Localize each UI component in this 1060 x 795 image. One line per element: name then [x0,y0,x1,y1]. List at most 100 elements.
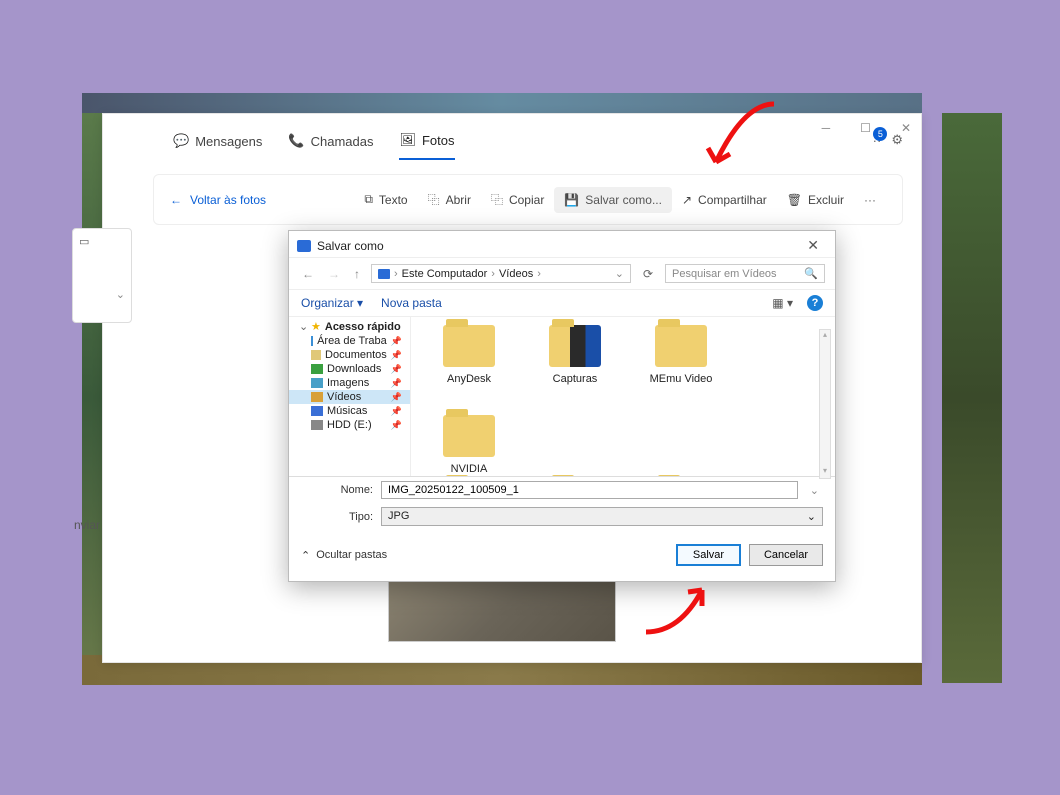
more-menu[interactable]: ··· [854,189,886,211]
scrollbar[interactable]: ▴ ▾ [819,329,831,479]
tree-hdd[interactable]: HDD (E:) 📌 [289,418,410,432]
folder-icon [443,415,495,457]
videos-icon [311,392,323,402]
chevron-down-icon: ⌄ [807,510,816,523]
hide-folders-toggle[interactable]: ⌃ Ocultar pastas [301,549,387,562]
text-button[interactable]: ⧉ Texto [354,186,417,213]
tab-calls-label: Chamadas [311,134,374,149]
pc-icon [378,269,390,279]
pin-icon: 📌 [391,378,402,389]
open-button[interactable]: ⿻ Abrir [418,185,481,214]
chevron-up-icon: ⌃ [301,549,310,562]
dialog-nav-row: ← → ↑ › Este Computador › Vídeos › ⌄ ⟳ P… [289,258,835,290]
folder-nvidia[interactable]: NVIDIA [431,415,507,475]
tab-calls[interactable]: 📞 Chamadas [288,133,373,159]
share-button[interactable]: ↗ Compartilhar [672,187,777,213]
tab-messages-label: Mensagens [195,134,262,149]
device-icon: ▭ [79,236,89,248]
notification-count: 5 [873,127,887,141]
nav-forward-button[interactable]: → [325,267,343,281]
nav-up-button[interactable]: ↑ [351,267,363,281]
breadcrumb[interactable]: › Este Computador › Vídeos › ⌄ [371,264,631,283]
tree-documents[interactable]: Documentos 📌 [289,348,410,362]
dialog-footer: ⌃ Ocultar pastas Salvar Cancelar [289,530,835,576]
view-mode-button[interactable]: ▦ ▾ [772,296,793,310]
delete-button-label: Excluir [808,193,844,207]
organize-menu[interactable]: Organizar ▾ [301,296,363,310]
tree-videos[interactable]: Vídeos 📌 [289,390,410,404]
chevron-down-icon[interactable]: ⌄ [615,267,624,280]
send-label-fragment: nviar [74,518,100,532]
documents-icon [311,350,321,360]
hdd-icon [311,420,323,430]
chevron-down-icon[interactable]: ⌄ [806,484,823,497]
tree-downloads[interactable]: Downloads 📌 [289,362,410,376]
chat-icon: 💬 [173,133,189,149]
folder-tree: ⌄ ★ Acesso rápido Área de Traba 📌 Docume… [289,317,411,476]
pin-icon: 📌 [391,420,402,431]
folder-memu[interactable]: MEmu Video [643,325,719,385]
dialog-title: Salvar como [317,239,384,253]
desktop-wallpaper-left [82,113,102,683]
folder-capturas[interactable]: Capturas [537,325,613,385]
folder-icon [655,325,707,367]
help-button[interactable]: ? [807,295,823,311]
copy-button-label: Copiar [509,193,544,207]
folder-icon [443,325,495,367]
tree-quick-access[interactable]: ⌄ ★ Acesso rápido [289,319,410,334]
open-icon: ⿻ [428,191,440,208]
cancel-button[interactable]: Cancelar [749,544,823,566]
save-as-button-label: Salvar como... [585,193,662,207]
monitor-icon [297,240,311,252]
breadcrumb-root: Este Computador [402,268,488,280]
dialog-titlebar: Salvar como ✕ [289,231,835,258]
delete-button[interactable]: 🗑 Excluir [777,187,854,213]
organize-row: Organizar ▾ Nova pasta ▦ ▾ ? [289,290,835,317]
header-right: ·· 5 ⚙ [873,132,903,148]
downloads-icon [311,364,323,374]
folder-anydesk[interactable]: AnyDesk [431,325,507,385]
scroll-up-icon: ▴ [820,330,830,342]
tab-messages[interactable]: 💬 Mensagens [173,133,262,159]
new-folder-button[interactable]: Nova pasta [381,296,442,310]
nav-back-button[interactable]: ← [299,267,317,281]
save-as-button[interactable]: 💾 Salvar como... [554,187,672,213]
tree-music[interactable]: Músicas 📌 [289,404,410,418]
filetype-select[interactable]: JPG ⌄ [381,507,823,526]
device-side-panel[interactable]: ▭ ⌄ [72,228,132,323]
back-to-photos[interactable]: ← Voltar às fotos [170,193,266,207]
pin-icon: 📌 [391,392,402,403]
folder-icon [549,325,601,367]
refresh-button[interactable]: ⟳ [639,267,657,281]
pin-icon: 📌 [391,406,402,417]
minimize-button[interactable]: ─ [816,117,837,139]
star-icon: ★ [311,320,321,333]
dialog-close-button[interactable]: ✕ [801,237,825,254]
file-grid: AnyDesk Capturas MEmu Video NVIDIA [411,317,835,476]
pin-icon: 📌 [391,336,402,347]
notification-badge[interactable]: ·· 5 [873,133,882,148]
pin-icon: 📌 [391,350,402,361]
breadcrumb-folder: Vídeos [499,268,533,280]
back-label: Voltar às fotos [190,193,266,207]
desktop-icon [311,336,313,346]
gear-icon[interactable]: ⚙ [891,132,903,148]
tree-images[interactable]: Imagens 📌 [289,376,410,390]
filename-input[interactable] [381,481,798,499]
tab-photos[interactable]: 🖼 Fotos [399,132,454,160]
photo-panel: ← Voltar às fotos ⧉ Texto ⿻ Abrir ⿻ Copi… [153,174,903,225]
text-button-label: Texto [379,193,408,207]
dialog-body: ⌄ ★ Acesso rápido Área de Traba 📌 Docume… [289,317,835,477]
search-icon: 🔍 [804,267,818,280]
copy-button[interactable]: ⿻ Copiar [481,185,554,214]
chevron-down-icon[interactable]: ⌄ [79,288,125,301]
tab-photos-label: Fotos [422,133,455,148]
tree-desktop[interactable]: Área de Traba 📌 [289,334,410,348]
search-input[interactable]: Pesquisar em Vídeos 🔍 [665,264,825,283]
desktop-wallpaper-top [82,93,922,113]
save-button[interactable]: Salvar [676,544,741,566]
images-icon [311,378,323,388]
pin-icon: 📌 [391,364,402,375]
desktop-wallpaper-right [942,113,1002,683]
share-icon: ↗ [682,193,692,207]
